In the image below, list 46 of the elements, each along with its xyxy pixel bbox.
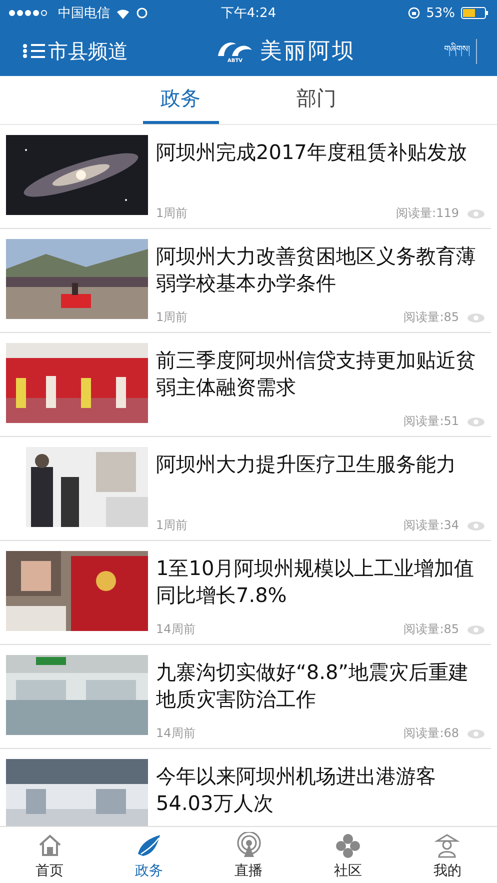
language-link[interactable]: གཞིགས། — [444, 38, 477, 64]
category-tab[interactable]: 政务 — [142, 76, 218, 124]
read-count: 阅读量:119 — [396, 205, 459, 222]
category-tab[interactable]: 部门 — [278, 76, 354, 124]
rotation-lock-icon — [408, 7, 420, 19]
article-title[interactable]: 九寨沟切实做好“8.8”地震灾后重建地质灾害防治工作 — [156, 659, 485, 713]
wifi-icon — [116, 8, 130, 18]
sync-icon — [136, 7, 148, 19]
eye-icon — [467, 624, 485, 634]
eye-icon — [467, 520, 485, 530]
broadcast-icon — [234, 832, 263, 860]
read-count: 阅读量:68 — [404, 725, 459, 742]
eye-icon — [467, 312, 485, 322]
article-title[interactable]: 阿坝州大力提升医疗卫生服务能力 — [156, 451, 485, 478]
read-count: 阅读量:51 — [404, 413, 459, 430]
nav-tab[interactable]: 政务 — [99, 827, 199, 883]
article-time: 1周前 — [156, 309, 189, 326]
article-time: 1周前 — [156, 517, 189, 534]
eye-icon — [467, 728, 485, 738]
battery-percent: 53% — [426, 6, 455, 20]
eye-icon — [467, 208, 485, 218]
channel-menu-button[interactable]: 市县频道 — [22, 38, 128, 64]
nav-tab[interactable]: 首页 — [0, 827, 100, 883]
read-count: 阅读量:85 — [404, 621, 459, 638]
article-title[interactable]: 今年以来阿坝州机场进出港游客54.03万人次 — [156, 763, 485, 817]
carrier-name: 中国电信 — [58, 5, 110, 22]
article-time: 14周前 — [156, 725, 196, 742]
eye-icon — [467, 416, 485, 426]
article-time: 14周前 — [156, 621, 196, 638]
status-time: 下午4:24 — [220, 5, 278, 22]
article-title[interactable]: 1至10月阿坝州规模以上工业增加值同比增长7.8% — [156, 555, 485, 609]
read-count: 阅读量:34 — [404, 517, 459, 534]
nav-tab[interactable]: 社区 — [298, 827, 398, 883]
app-title: 美丽阿坝 — [260, 38, 356, 66]
menu-icon — [31, 43, 45, 59]
article-time: 1周前 — [156, 205, 189, 222]
battery-icon — [460, 7, 489, 19]
article-title[interactable]: 阿坝州大力改善贫困地区义务教育薄弱学校基本办学条件 — [156, 243, 485, 297]
list-icon — [22, 43, 28, 59]
read-count: 阅读量:85 — [404, 309, 459, 326]
clover-icon — [334, 832, 362, 860]
article-title[interactable]: 前三季度阿坝州信贷支持更加贴近贫弱主体融资需求 — [156, 347, 485, 401]
person-icon — [433, 832, 462, 860]
nav-tab[interactable]: 直播 — [198, 827, 298, 883]
article-title[interactable]: 阿坝州完成2017年度租赁补贴发放 — [156, 139, 485, 166]
nav-tab[interactable]: 我的 — [398, 827, 497, 883]
